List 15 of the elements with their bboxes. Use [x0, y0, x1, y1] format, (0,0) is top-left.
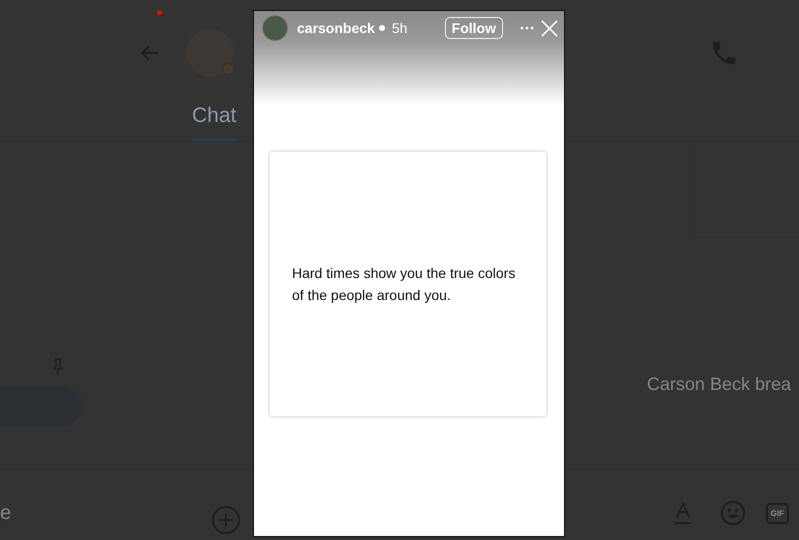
quote-text: Hard times show you the true colors of the people around you.: [292, 264, 516, 305]
chat-tab[interactable]: Chat: [192, 104, 236, 141]
username[interactable]: carsonbeck: [297, 20, 375, 36]
message-preview: Carson Beck brea: [646, 374, 791, 395]
composer-text: e: [0, 502, 12, 524]
dot-separator-icon: [378, 25, 385, 31]
follow-button[interactable]: Follow: [444, 17, 503, 39]
recording-dot-icon: [157, 10, 162, 15]
close-icon[interactable]: [541, 20, 558, 36]
gif-button[interactable]: GIF: [766, 502, 789, 524]
status-badge-icon: [222, 63, 234, 75]
post-time: 5h: [392, 20, 408, 36]
contact-avatar[interactable]: [186, 29, 234, 77]
user-avatar[interactable]: [262, 15, 288, 41]
more-icon[interactable]: [520, 26, 534, 30]
